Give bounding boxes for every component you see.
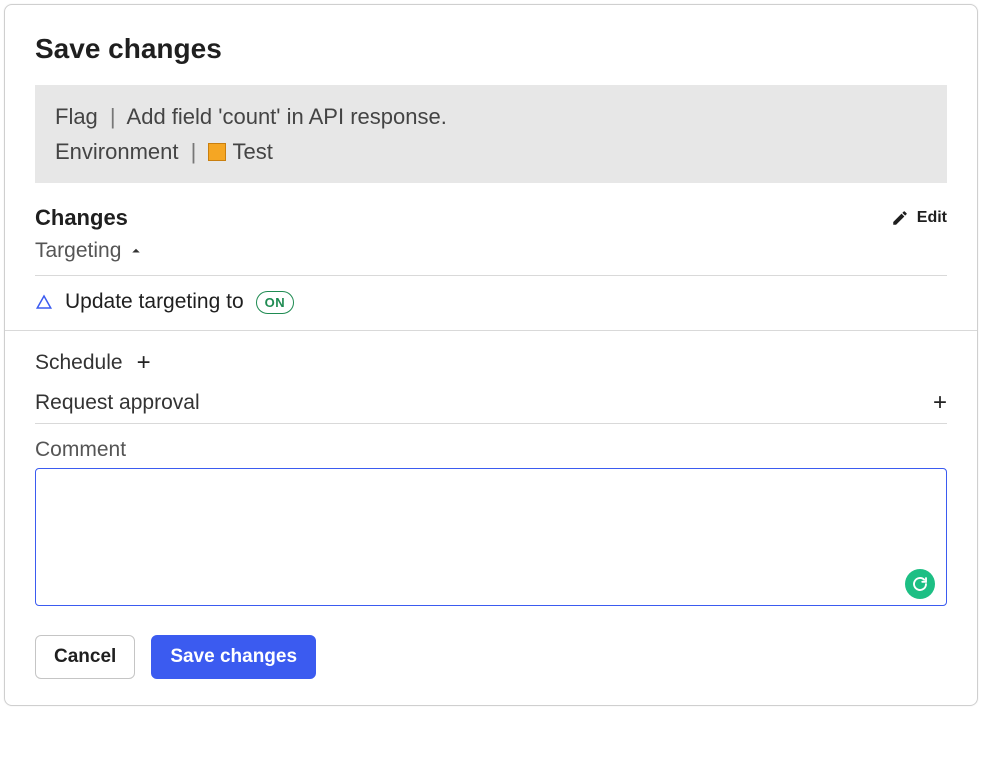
flag-label: Flag bbox=[55, 104, 98, 129]
comment-box bbox=[35, 468, 947, 611]
divider bbox=[5, 330, 977, 331]
flag-info-row: Flag | Add field 'count' in API response… bbox=[55, 99, 927, 134]
flag-value: Add field 'count' in API response. bbox=[127, 104, 447, 129]
flag-info-box: Flag | Add field 'count' in API response… bbox=[35, 85, 947, 183]
approval-add-button[interactable]: + bbox=[933, 391, 947, 415]
schedule-add-button[interactable]: + bbox=[137, 351, 151, 375]
separator-icon: | bbox=[191, 139, 197, 164]
environment-label: Environment bbox=[55, 139, 179, 164]
pencil-icon bbox=[891, 209, 909, 227]
targeting-toggle[interactable]: Targeting bbox=[35, 239, 947, 263]
save-button[interactable]: Save changes bbox=[151, 635, 316, 679]
targeting-change-row: Update targeting to ON bbox=[35, 275, 947, 330]
environment-color-swatch bbox=[208, 143, 226, 161]
targeting-update-text: Update targeting to bbox=[65, 290, 244, 314]
comment-input[interactable] bbox=[35, 468, 947, 606]
approval-label: Request approval bbox=[35, 391, 200, 415]
dialog-actions: Cancel Save changes bbox=[35, 635, 947, 679]
divider bbox=[35, 423, 947, 424]
edit-button[interactable]: Edit bbox=[891, 209, 947, 227]
cancel-button[interactable]: Cancel bbox=[35, 635, 135, 679]
targeting-state-pill: ON bbox=[256, 291, 295, 314]
approval-row: Request approval + bbox=[35, 383, 947, 423]
targeting-label: Targeting bbox=[35, 239, 121, 263]
separator-icon: | bbox=[110, 104, 116, 129]
delta-icon bbox=[35, 293, 53, 311]
environment-value: Test bbox=[232, 139, 272, 164]
schedule-row: Schedule + bbox=[35, 343, 947, 383]
changes-header: Changes Edit bbox=[35, 205, 947, 231]
environment-info-row: Environment | Test bbox=[55, 134, 927, 169]
comment-label: Comment bbox=[35, 438, 947, 462]
edit-label: Edit bbox=[917, 209, 947, 227]
changes-heading: Changes bbox=[35, 205, 128, 231]
save-changes-dialog: Save changes Flag | Add field 'count' in… bbox=[4, 4, 978, 706]
chevron-up-icon bbox=[127, 242, 145, 260]
dialog-title: Save changes bbox=[35, 33, 947, 65]
schedule-label: Schedule bbox=[35, 351, 123, 375]
